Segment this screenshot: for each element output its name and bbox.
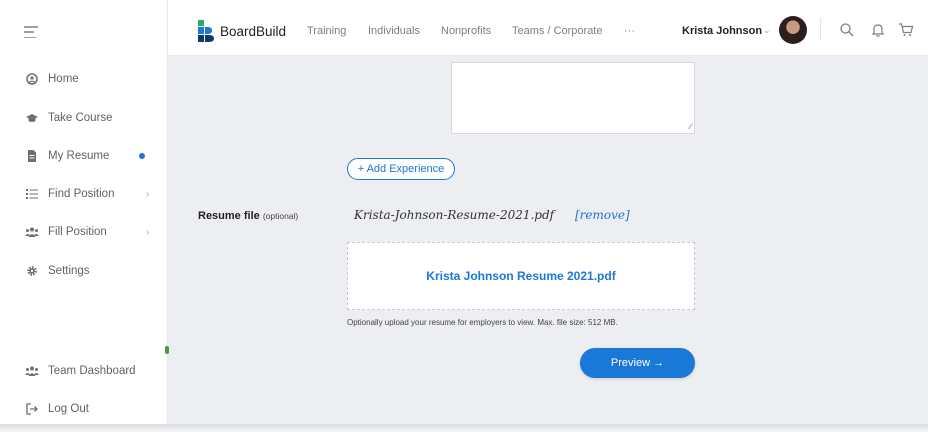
sidebar-item-find-position[interactable]: Find Position › (0, 180, 168, 208)
home-icon (25, 72, 39, 86)
document-icon (25, 149, 39, 163)
sidebar-item-label: Settings (48, 265, 90, 277)
sidebar-item-label: Home (48, 73, 79, 85)
sidebar-item-home[interactable]: Home (0, 65, 168, 93)
dropzone-file-name: Krista Johnson Resume 2021.pdf (426, 269, 616, 283)
sidebar-item-log-out[interactable]: Log Out (0, 395, 168, 423)
users-icon (25, 225, 39, 239)
sidebar-item-my-resume[interactable]: My Resume (0, 142, 168, 170)
bottom-edge (0, 424, 928, 432)
nav-link-training[interactable]: Training (307, 25, 346, 37)
upload-help-text: Optionally upload your resume for employ… (347, 318, 618, 327)
experience-description-textarea[interactable]: ∕∕ (451, 62, 695, 134)
sidebar-item-take-course[interactable]: Take Course (0, 104, 168, 132)
gear-icon (25, 264, 39, 278)
sidebar-item-team-dashboard[interactable]: Team Dashboard (0, 357, 168, 385)
remove-file-link[interactable]: [remove] (575, 208, 630, 222)
list-icon (25, 187, 39, 201)
uploaded-file-name: Krista-Johnson-Resume-2021.pdf (354, 208, 555, 222)
resume-file-label: Resume file (optional) (198, 210, 298, 222)
main-content: ∕∕ + Add Experience Resume file (optiona… (168, 56, 928, 428)
user-name[interactable]: Krista Johnson (682, 25, 762, 37)
users-icon (25, 364, 39, 378)
optional-tag: (optional) (262, 211, 299, 221)
avatar[interactable] (779, 16, 807, 44)
sidebar-item-label: Take Course (48, 112, 113, 124)
brand-logo[interactable]: BoardBuild (198, 20, 286, 42)
brand-name: BoardBuild (220, 23, 287, 39)
chevron-down-icon[interactable]: ⌄ (763, 25, 771, 36)
sidebar-item-label: Log Out (48, 403, 89, 415)
search-icon[interactable] (839, 22, 855, 38)
nav-link-nonprofits[interactable]: Nonprofits (441, 25, 491, 37)
cart-icon[interactable] (898, 22, 914, 38)
more-menu-icon[interactable]: ··· (624, 25, 635, 37)
add-experience-button[interactable]: + Add Experience (347, 158, 455, 180)
sidebar-item-label: Find Position (48, 188, 115, 200)
active-indicator-dot (139, 153, 145, 159)
bell-icon[interactable] (870, 22, 886, 38)
sidebar-item-label: My Resume (48, 150, 110, 162)
nav-link-teams-corporate[interactable]: Teams / Corporate (512, 25, 602, 37)
sidebar: Home Take Course My Resume Find Position… (0, 0, 169, 432)
chevron-right-icon: › (146, 188, 150, 200)
header-divider (820, 18, 821, 40)
chevron-right-icon: › (146, 226, 150, 238)
graduation-cap-icon (25, 111, 39, 125)
resume-file-label-text: Resume file (198, 210, 260, 222)
preview-button[interactable]: Preview → (580, 348, 695, 378)
nav-link-individuals[interactable]: Individuals (368, 25, 420, 37)
menu-icon[interactable] (24, 26, 38, 38)
resume-upload-dropzone[interactable]: Krista Johnson Resume 2021.pdf (347, 242, 695, 310)
boardbuild-logo-icon (198, 20, 214, 42)
sidebar-item-label: Fill Position (48, 226, 107, 238)
sidebar-item-label: Team Dashboard (48, 365, 136, 377)
sidebar-item-fill-position[interactable]: Fill Position › (0, 218, 168, 246)
top-header: BoardBuild Training Individuals Nonprofi… (168, 0, 928, 56)
logout-icon (25, 402, 39, 416)
sidebar-item-settings[interactable]: Settings (0, 257, 168, 285)
resize-grip-icon[interactable]: ∕∕ (689, 123, 692, 131)
